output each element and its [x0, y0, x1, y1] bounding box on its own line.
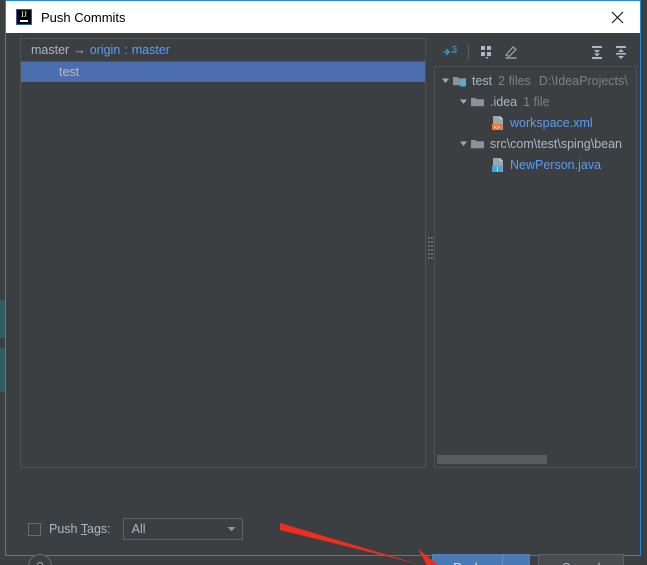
- cancel-button[interactable]: Cancel: [538, 554, 624, 565]
- tree-node-workspace-xml[interactable]: <> workspace.xml: [435, 112, 636, 133]
- folder-icon: [470, 94, 486, 110]
- tree-node-path: D:\IdeaProjects\: [538, 73, 628, 88]
- commits-list-panel: master → origin : master test: [20, 38, 426, 468]
- tree-node-newperson-java[interactable]: J NewPerson.java: [435, 154, 636, 175]
- svg-text:<>: <>: [494, 125, 500, 131]
- splitter-grip-icon: [427, 237, 433, 269]
- tree-rows: test 2 files D:\IdeaProjects\ .idea 1 fi…: [435, 67, 636, 175]
- tree-node-label: NewPerson.java: [510, 157, 602, 172]
- remote-separator: :: [124, 43, 128, 57]
- close-icon[interactable]: [594, 1, 640, 33]
- push-tags-selected-value: All: [131, 522, 146, 536]
- push-split-button: Push: [432, 554, 530, 565]
- tree-node-label: workspace.xml: [510, 115, 593, 130]
- folder-icon: [470, 136, 486, 152]
- expand-all-icon[interactable]: [585, 41, 609, 63]
- dialog-button-bar: Push Cancel: [432, 554, 624, 565]
- push-tags-label-pre: Push: [49, 522, 81, 536]
- remote-name-label: origin: [89, 43, 121, 57]
- help-button[interactable]: ?: [28, 554, 52, 565]
- branch-arrow-icon: →: [73, 43, 86, 57]
- push-label-mnemonic: u: [462, 561, 469, 565]
- tree-node-meta: 1 file: [523, 94, 550, 109]
- horizontal-scrollbar[interactable]: [437, 455, 634, 464]
- panel-splitter[interactable]: [426, 38, 434, 468]
- tree-node-src-folder[interactable]: src\com\test\sping\bean: [435, 133, 636, 154]
- dialog-titlebar: IJ Push Commits: [6, 1, 640, 33]
- push-dropdown-button[interactable]: [502, 555, 529, 565]
- java-file-icon: J: [490, 157, 506, 173]
- collapse-all-icon[interactable]: [609, 41, 633, 63]
- push-options-row: Push Tags: All: [28, 518, 243, 540]
- push-tags-label-post: ags:: [87, 522, 111, 536]
- app-icon-text: IJ: [21, 10, 27, 19]
- push-tags-label: Push Tags:: [49, 522, 111, 536]
- tree-node-label: src\com\test\sping\bean: [490, 136, 623, 151]
- project-folder-icon: [452, 73, 468, 89]
- commit-message: test: [59, 65, 80, 79]
- remote-branch-label: master: [131, 43, 170, 57]
- chevron-down-icon[interactable]: [456, 97, 470, 106]
- dialog-title: Push Commits: [41, 9, 126, 25]
- edit-icon[interactable]: [499, 41, 523, 63]
- tree-node-project[interactable]: test 2 files D:\IdeaProjects\: [435, 70, 636, 91]
- screen-root: IJ Push Commits master → origin: master…: [0, 0, 647, 565]
- tree-node-label: .idea: [490, 94, 518, 109]
- collapse-selection-icon[interactable]: [438, 41, 462, 63]
- tree-node-idea-folder[interactable]: .idea 1 file: [435, 91, 636, 112]
- changed-files-panel: test 2 files D:\IdeaProjects\ .idea 1 fi…: [434, 38, 637, 468]
- push-tags-checkbox[interactable]: [28, 522, 41, 536]
- tree-toolbar: [434, 38, 637, 66]
- group-by-icon[interactable]: [475, 41, 499, 63]
- dialog-body: master → origin : master test test 2 fil…: [6, 33, 640, 565]
- desktop-right-strip: [641, 0, 647, 565]
- push-label-post: sh: [469, 561, 482, 565]
- chevron-down-icon[interactable]: [222, 526, 242, 532]
- commit-list-item[interactable]: test: [21, 62, 425, 82]
- local-branch-label: master: [31, 43, 70, 57]
- push-tags-select[interactable]: All: [122, 518, 243, 540]
- toolbar-separator: [468, 44, 469, 60]
- tree-node-label: test: [472, 73, 493, 88]
- repository-header[interactable]: master → origin : master: [21, 39, 425, 62]
- intellij-idea-icon: IJ: [16, 9, 32, 25]
- push-label-pre: P: [453, 561, 461, 565]
- panels-container: master → origin : master test test 2 fil…: [6, 33, 640, 473]
- chevron-down-icon[interactable]: [438, 76, 452, 85]
- push-commits-dialog: IJ Push Commits master → origin: master…: [5, 0, 641, 565]
- tree-node-meta: 2 files: [498, 73, 531, 88]
- changed-files-tree: test 2 files D:\IdeaProjects\ .idea 1 fi…: [434, 66, 637, 468]
- xml-file-icon: <>: [490, 115, 506, 131]
- scrollbar-thumb[interactable]: [437, 455, 548, 464]
- push-button[interactable]: Push: [433, 555, 502, 565]
- chevron-down-icon[interactable]: [456, 139, 470, 148]
